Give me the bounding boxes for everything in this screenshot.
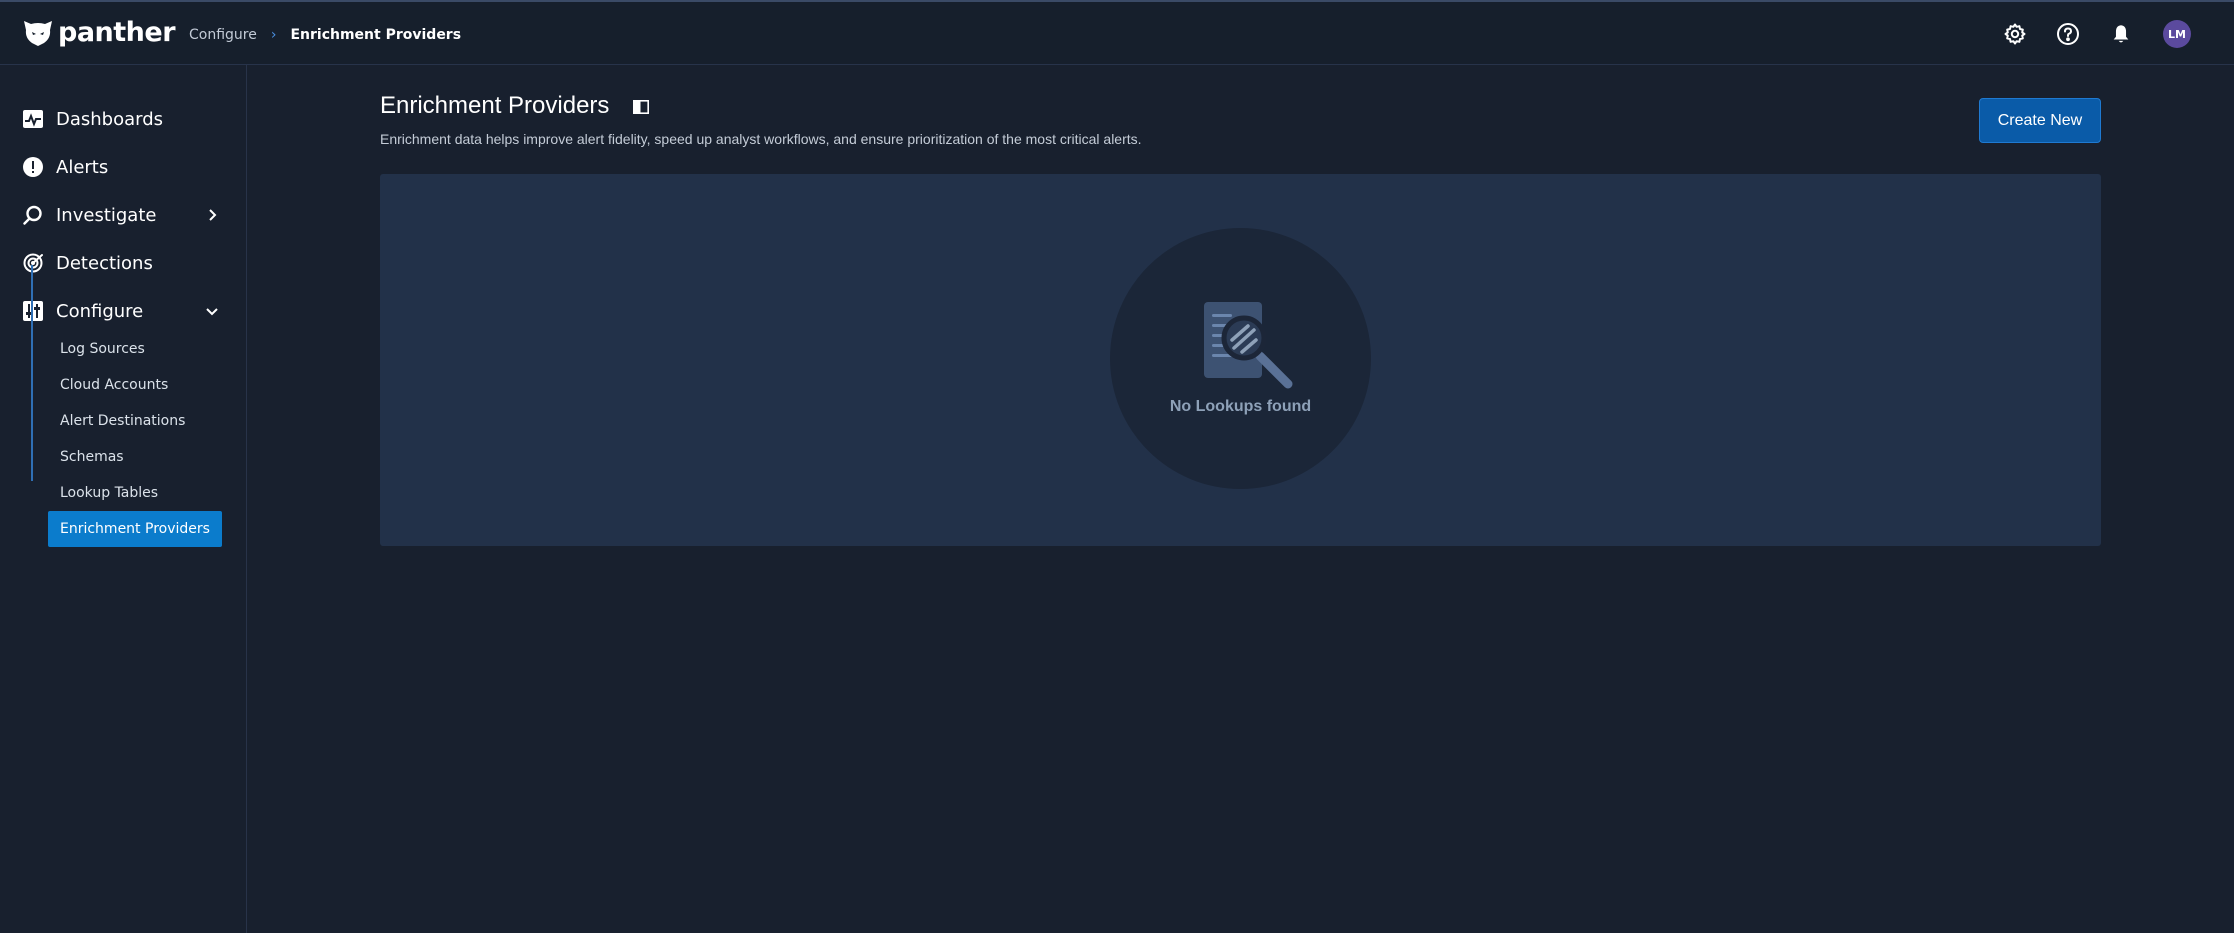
detections-icon: [22, 252, 44, 274]
sidebar-item-label: Configure: [56, 300, 144, 322]
sidebar-subitem-log-sources[interactable]: Log Sources: [48, 331, 222, 367]
breadcrumb-current: Enrichment Providers: [290, 27, 462, 43]
gear-icon[interactable]: [2001, 20, 2029, 48]
breadcrumb-configure-link[interactable]: Configure: [189, 27, 257, 43]
sidebar-item-investigate[interactable]: Investigate: [22, 200, 222, 230]
configure-icon: [22, 300, 44, 322]
sidebar-subitem-enrichment-providers[interactable]: Enrichment Providers: [48, 511, 222, 547]
sidebar-subitem-schemas[interactable]: Schemas: [48, 439, 222, 475]
sidebar-item-alerts[interactable]: Alerts: [22, 152, 222, 182]
search-icon: [22, 204, 44, 226]
sidebar-subitem-alert-destinations[interactable]: Alert Destinations: [48, 403, 222, 439]
docs-book-icon[interactable]: [633, 100, 649, 114]
panther-logo-icon: [24, 21, 52, 46]
chevron-right-icon: [209, 209, 217, 221]
configure-subnav-line: [31, 265, 33, 481]
user-avatar[interactable]: LM: [2163, 20, 2191, 48]
sidebar-item-configure[interactable]: Configure: [22, 296, 222, 326]
sidebar-subitem-lookup-tables[interactable]: Lookup Tables: [48, 475, 222, 511]
page-title: Enrichment Providers: [380, 92, 610, 119]
empty-state-text: No Lookups found: [1169, 398, 1312, 415]
sidebar-item-label: Investigate: [56, 204, 157, 226]
page-description: Enrichment data helps improve alert fide…: [380, 131, 1142, 147]
dashboard-icon: [22, 108, 44, 130]
top-bar: panther Configure › Enrichment Providers…: [0, 0, 2234, 65]
sidebar-item-label: Detections: [56, 252, 153, 274]
sidebar-item-detections[interactable]: Detections: [22, 248, 222, 278]
help-icon[interactable]: [2054, 20, 2082, 48]
document-search-icon: [1204, 302, 1293, 389]
chevron-down-icon: [206, 308, 218, 316]
alert-icon: [22, 156, 44, 178]
sidebar-item-dashboards[interactable]: Dashboards: [22, 104, 222, 134]
panther-logo[interactable]: panther: [22, 17, 176, 48]
sidebar-item-label: Dashboards: [56, 108, 164, 130]
breadcrumb-separator: ›: [270, 27, 277, 43]
breadcrumb: Configure › Enrichment Providers: [189, 24, 461, 46]
sidebar-subitem-cloud-accounts[interactable]: Cloud Accounts: [48, 367, 222, 403]
logo-text: panther: [58, 17, 176, 48]
sidebar-item-label: Alerts: [56, 156, 109, 178]
bell-icon[interactable]: [2107, 20, 2135, 48]
create-new-button[interactable]: Create New: [1979, 98, 2101, 143]
